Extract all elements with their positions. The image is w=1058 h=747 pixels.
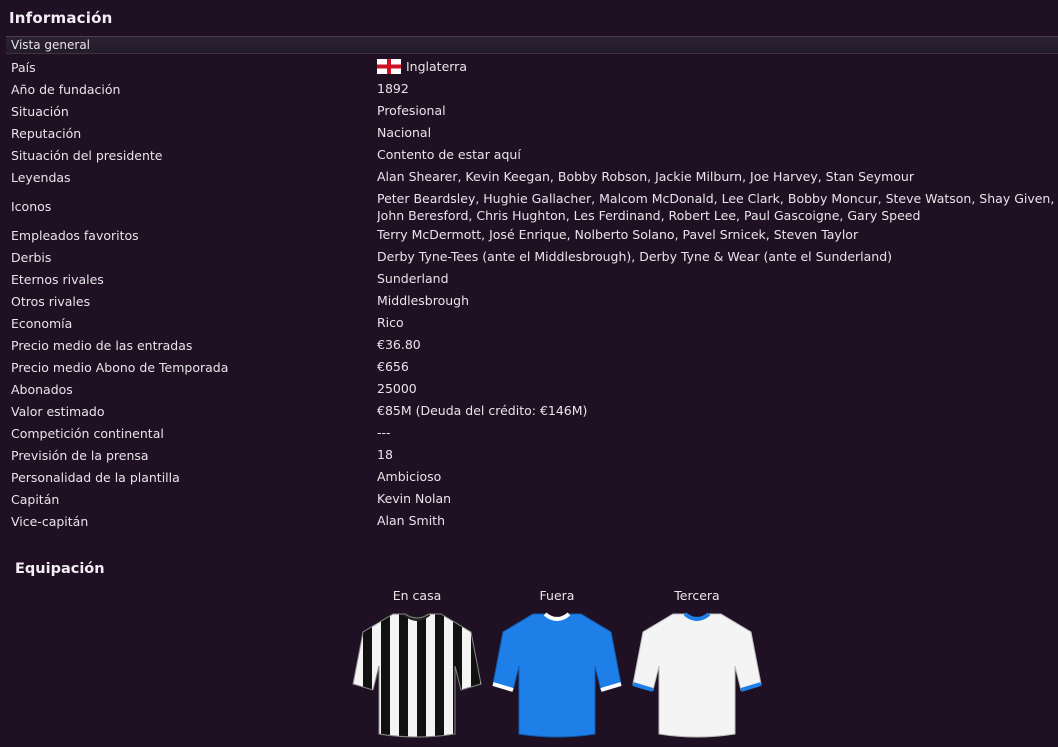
- info-row-season-ticket-price: Precio medio Abono de Temporada €656: [0, 356, 1058, 378]
- info-row-founded: Año de fundación 1892: [0, 78, 1058, 100]
- info-label: Competición continental: [11, 426, 164, 441]
- info-value[interactable]: Alan Shearer, Kevin Keegan, Bobby Robson…: [377, 168, 1058, 185]
- england-flag-icon: [377, 59, 401, 74]
- info-value[interactable]: Derby Tyne-Tees (ante el Middlesbrough),…: [377, 248, 1058, 265]
- info-label: Previsión de la prensa: [11, 448, 149, 463]
- info-label: Derbis: [11, 250, 52, 265]
- info-row-other-rivals: Otros rivales Middlesbrough: [0, 290, 1058, 312]
- info-value: Rico: [377, 315, 404, 330]
- kit-third: Tercera: [627, 588, 767, 740]
- info-label: Situación del presidente: [11, 148, 163, 163]
- info-row-legends: Leyendas Alan Shearer, Kevin Keegan, Bob…: [0, 166, 1058, 188]
- section-header-overview[interactable]: Vista general: [6, 36, 1058, 54]
- section-header-label: Vista general: [11, 38, 91, 52]
- info-value[interactable]: Alan Smith: [377, 512, 1058, 529]
- info-value[interactable]: Sunderland: [377, 270, 1058, 287]
- home-shirt-icon: [352, 612, 482, 738]
- kit-label: Fuera: [539, 588, 575, 603]
- kit-home: En casa: [347, 588, 487, 740]
- country-name[interactable]: Inglaterra: [406, 59, 467, 74]
- info-row-status: Situación Profesional: [0, 100, 1058, 122]
- info-label: Precio medio Abono de Temporada: [11, 360, 229, 375]
- info-label: Economía: [11, 316, 73, 331]
- info-row-icons: Iconos Peter Beardsley, Hughie Gallacher…: [0, 188, 1058, 224]
- info-label: Reputación: [11, 126, 82, 141]
- away-shirt-icon: [492, 612, 622, 738]
- info-value: 25000: [377, 381, 417, 396]
- info-label: Leyendas: [11, 170, 71, 185]
- info-table: País Inglaterra Año de fundación 1892 Si…: [0, 56, 1058, 532]
- info-label: Personalidad de la plantilla: [11, 470, 180, 485]
- info-label: Año de fundación: [11, 82, 121, 97]
- panel-title: Información: [9, 9, 113, 27]
- info-label: Capitán: [11, 492, 60, 507]
- info-value: Profesional: [377, 103, 446, 118]
- info-value: €656: [377, 359, 409, 374]
- info-value: €36.80: [377, 337, 421, 352]
- info-value: Contento de estar aquí: [377, 147, 521, 162]
- info-label: Valor estimado: [11, 404, 105, 419]
- info-value: Nacional: [377, 125, 432, 140]
- info-value[interactable]: Peter Beardsley, Hughie Gallacher, Malco…: [377, 190, 1058, 224]
- third-shirt-icon: [632, 612, 762, 738]
- info-label: Iconos: [11, 199, 52, 214]
- info-label: Eternos rivales: [11, 272, 104, 287]
- kit-label: Tercera: [674, 588, 720, 603]
- info-row-finances: Economía Rico: [0, 312, 1058, 334]
- info-row-season-ticket-holders: Abonados 25000: [0, 378, 1058, 400]
- info-row-squad-personality: Personalidad de la plantilla Ambicioso: [0, 466, 1058, 488]
- info-value[interactable]: Kevin Nolan: [377, 490, 1058, 507]
- info-label: Empleados favoritos: [11, 228, 139, 243]
- info-label: Vice-capitán: [11, 514, 89, 529]
- info-row-media-prediction: Previsión de la prensa 18: [0, 444, 1058, 466]
- info-row-favourite-staff: Empleados favoritos Terry McDermott, Jos…: [0, 224, 1058, 246]
- info-label: Otros rivales: [11, 294, 91, 309]
- info-label: Situación: [11, 104, 69, 119]
- info-label: País: [11, 60, 36, 75]
- kit-label: En casa: [392, 588, 442, 603]
- info-row-reputation: Reputación Nacional: [0, 122, 1058, 144]
- info-row-rivals: Eternos rivales Sunderland: [0, 268, 1058, 290]
- info-value: Inglaterra: [377, 58, 1058, 75]
- kit-away: Fuera: [487, 588, 627, 740]
- info-label: Abonados: [11, 382, 73, 397]
- info-value[interactable]: Middlesbrough: [377, 292, 1058, 309]
- info-row-captain: Capitán Kevin Nolan: [0, 488, 1058, 510]
- info-row-estimated-value: Valor estimado €85M (Deuda del crédito: …: [0, 400, 1058, 422]
- info-value: €85M (Deuda del crédito: €146M): [377, 403, 588, 418]
- info-row-country: País Inglaterra: [0, 56, 1058, 78]
- info-value: 1892: [377, 81, 409, 96]
- info-label: Precio medio de las entradas: [11, 338, 193, 353]
- info-row-vice-captain: Vice-capitán Alan Smith: [0, 510, 1058, 532]
- info-value: ---: [377, 425, 391, 440]
- info-value: Ambicioso: [377, 469, 442, 484]
- info-value: 18: [377, 447, 393, 462]
- info-row-ticket-price: Precio medio de las entradas €36.80: [0, 334, 1058, 356]
- info-value[interactable]: Terry McDermott, José Enrique, Nolberto …: [377, 226, 1058, 243]
- info-row-derbies: Derbis Derby Tyne-Tees (ante el Middlesb…: [0, 246, 1058, 268]
- info-row-chairman-status: Situación del presidente Contento de est…: [0, 144, 1058, 166]
- info-row-continental-competition: Competición continental ---: [0, 422, 1058, 444]
- kits-section-title: Equipación: [15, 561, 105, 577]
